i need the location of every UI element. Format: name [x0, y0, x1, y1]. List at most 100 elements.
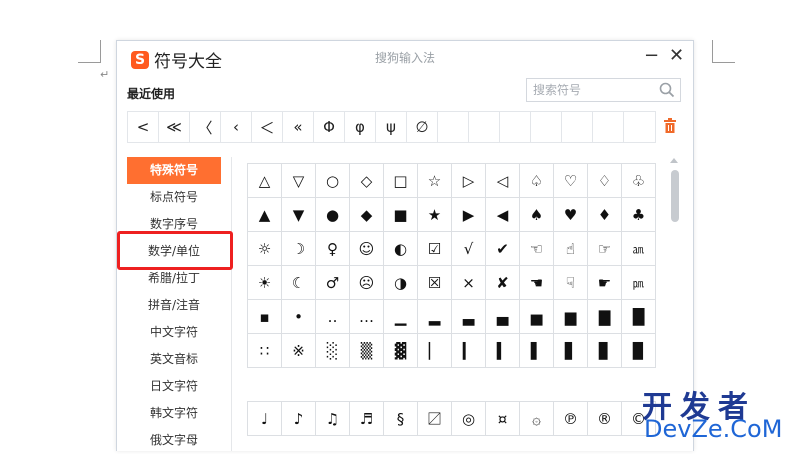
- symbol-cell[interactable]: ▋: [554, 334, 588, 368]
- search-icon[interactable]: [658, 81, 676, 99]
- sidebar-item-6[interactable]: 中文字符: [127, 319, 221, 346]
- close-button[interactable]: ✕: [669, 45, 684, 66]
- symbol-cell[interactable]: ■: [384, 198, 418, 232]
- symbol-cell[interactable]: •: [282, 300, 316, 334]
- symbol-cell[interactable]: ♩: [248, 402, 282, 436]
- symbol-cell[interactable]: ●: [316, 198, 350, 232]
- scroll-up-arrow[interactable]: [670, 158, 678, 163]
- symbol-cell[interactable]: ‥: [316, 300, 350, 334]
- symbol-cell[interactable]: 〼: [418, 402, 452, 436]
- symbol-cell[interactable]: ♦: [588, 198, 622, 232]
- recent-symbol-cell[interactable]: [500, 112, 531, 142]
- symbol-cell[interactable]: ☝: [554, 232, 588, 266]
- symbol-cell[interactable]: ▏: [418, 334, 452, 368]
- symbol-cell[interactable]: ▌: [520, 334, 554, 368]
- symbol-cell[interactable]: ▓: [384, 334, 418, 368]
- symbol-cell[interactable]: ※: [282, 334, 316, 368]
- symbol-cell[interactable]: ▂: [418, 300, 452, 334]
- symbol-cell[interactable]: …: [350, 300, 384, 334]
- symbol-cell[interactable]: ♀: [316, 232, 350, 266]
- symbol-cell[interactable]: ♂: [316, 266, 350, 300]
- symbol-cell[interactable]: ▍: [486, 334, 520, 368]
- recent-symbol-cell[interactable]: [562, 112, 593, 142]
- minimize-button[interactable]: −: [644, 45, 659, 66]
- symbol-cell[interactable]: ▄: [486, 300, 520, 334]
- recent-symbol-cell[interactable]: [438, 112, 469, 142]
- sidebar-item-7[interactable]: 英文音标: [127, 346, 221, 373]
- symbol-cell[interactable]: ▷: [452, 164, 486, 198]
- symbol-cell[interactable]: ∷: [248, 334, 282, 368]
- recent-symbol-cell[interactable]: [469, 112, 500, 142]
- symbol-cell[interactable]: ▁: [384, 300, 418, 334]
- symbol-cell[interactable]: ▲: [248, 198, 282, 232]
- symbol-cell[interactable]: ▼: [282, 198, 316, 232]
- symbol-cell[interactable]: √: [452, 232, 486, 266]
- symbol-cell[interactable]: ◁: [486, 164, 520, 198]
- symbol-cell[interactable]: ℗: [554, 402, 588, 436]
- symbol-cell[interactable]: ㏂: [622, 232, 656, 266]
- symbol-cell[interactable]: ♥: [554, 198, 588, 232]
- symbol-cell[interactable]: ☾: [282, 266, 316, 300]
- symbol-cell[interactable]: ☛: [588, 266, 622, 300]
- search-input[interactable]: [527, 79, 667, 101]
- search-box[interactable]: [526, 78, 681, 102]
- recent-symbol-cell[interactable]: <: [128, 112, 159, 142]
- symbol-cell[interactable]: ☀: [248, 266, 282, 300]
- symbol-cell[interactable]: ▃: [452, 300, 486, 334]
- symbol-cell[interactable]: ㏘: [622, 266, 656, 300]
- recent-symbol-cell[interactable]: [593, 112, 624, 142]
- recent-symbol-cell[interactable]: ∅: [407, 112, 438, 142]
- symbol-cell[interactable]: □: [384, 164, 418, 198]
- symbol-cell[interactable]: ◇: [350, 164, 384, 198]
- symbol-cell[interactable]: ×: [452, 266, 486, 300]
- trash-icon[interactable]: [663, 118, 677, 134]
- symbol-cell[interactable]: ☜: [520, 232, 554, 266]
- symbol-cell[interactable]: ♧: [622, 164, 656, 198]
- symbol-cell[interactable]: ▊: [588, 334, 622, 368]
- symbol-cell[interactable]: ◑: [384, 266, 418, 300]
- symbol-cell[interactable]: ☹: [350, 266, 384, 300]
- symbol-cell[interactable]: ¤: [486, 402, 520, 436]
- sidebar-item-0[interactable]: 特殊符号: [127, 157, 221, 184]
- sidebar-item-9[interactable]: 韩文字符: [127, 400, 221, 427]
- symbol-cell[interactable]: ▪: [248, 300, 282, 334]
- recent-symbol-cell[interactable]: φ: [345, 112, 376, 142]
- recent-symbol-cell[interactable]: 〈: [190, 112, 221, 142]
- symbol-cell[interactable]: ▆: [554, 300, 588, 334]
- symbol-cell[interactable]: ®: [588, 402, 622, 436]
- symbol-cell[interactable]: ♣: [622, 198, 656, 232]
- title-bar[interactable]: S 符号大全 搜狗输入法 − ✕: [117, 41, 693, 77]
- recent-symbol-cell[interactable]: ≪: [159, 112, 190, 142]
- symbol-cell[interactable]: ★: [418, 198, 452, 232]
- recent-symbol-cell[interactable]: ψ: [376, 112, 407, 142]
- symbol-cell[interactable]: ◎: [452, 402, 486, 436]
- symbol-cell[interactable]: §: [384, 402, 418, 436]
- symbol-cell[interactable]: ▽: [282, 164, 316, 198]
- symbol-cell[interactable]: ▒: [350, 334, 384, 368]
- symbol-cell[interactable]: ♫: [316, 402, 350, 436]
- recent-symbol-cell[interactable]: «: [283, 112, 314, 142]
- symbol-cell[interactable]: ♤: [520, 164, 554, 198]
- symbol-cell[interactable]: ☑: [418, 232, 452, 266]
- symbol-cell[interactable]: █: [622, 300, 656, 334]
- symbol-cell[interactable]: ✔: [486, 232, 520, 266]
- symbol-cell[interactable]: ▶: [452, 198, 486, 232]
- sidebar-item-1[interactable]: 标点符号: [127, 184, 221, 211]
- symbol-cell[interactable]: ♪: [282, 402, 316, 436]
- symbol-cell[interactable]: ◆: [350, 198, 384, 232]
- symbol-cell[interactable]: ▅: [520, 300, 554, 334]
- symbol-cell[interactable]: ☞: [588, 232, 622, 266]
- recent-symbol-cell[interactable]: ‹: [221, 112, 252, 142]
- symbol-cell[interactable]: ☺: [350, 232, 384, 266]
- symbol-cell[interactable]: ☆: [418, 164, 452, 198]
- recent-symbol-cell[interactable]: ＜: [252, 112, 283, 142]
- symbol-cell[interactable]: ☽: [282, 232, 316, 266]
- symbol-cell[interactable]: ۞: [520, 402, 554, 436]
- symbol-cell[interactable]: ☚: [520, 266, 554, 300]
- recent-symbol-cell[interactable]: [531, 112, 562, 142]
- scrollbar-thumb[interactable]: [671, 170, 679, 222]
- symbol-cell[interactable]: ▉: [622, 334, 656, 368]
- symbol-cell[interactable]: ♢: [588, 164, 622, 198]
- symbol-cell[interactable]: ○: [316, 164, 350, 198]
- sidebar-item-8[interactable]: 日文字符: [127, 373, 221, 400]
